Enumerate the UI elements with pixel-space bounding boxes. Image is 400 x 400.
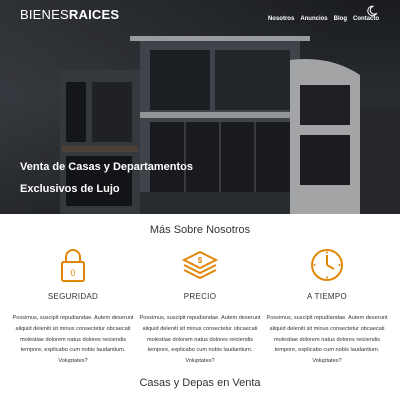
money-icon: $ [181, 250, 219, 280]
feature-title: SEGURIDAD [47, 292, 99, 301]
feature-text: Possimus, suscipit repudiandae. Autem de… [12, 315, 134, 365]
lock-icon: 0 [61, 249, 85, 282]
feature-icon-wrapper [266, 244, 388, 286]
sale-section-title: Casas y Depas en Venta [139, 377, 261, 389]
feature-title: PRECIO [183, 292, 217, 301]
hero-heading: Venta de Casas y Departamentos Exclusivo… [20, 156, 193, 200]
feature-security: 0 SEGURIDAD Possimus, suscipit repudiand… [12, 244, 134, 367]
svg-text:0: 0 [70, 268, 75, 278]
feature-price: $ PRECIO Possimus, suscipit repudiandae.… [139, 244, 261, 367]
about-section-title: Más Sobre Nosotros [149, 224, 251, 236]
nav-link-anuncios[interactable]: Anuncios [300, 16, 327, 22]
main-nav: Nosotros Anuncios Blog Contacto [268, 16, 379, 22]
svg-text:$: $ [198, 256, 203, 265]
hero-heading-line-2: Exclusivos de Lujo [20, 183, 120, 195]
site-logo[interactable]: BIENESRAICES [20, 7, 119, 22]
feature-text: Possimus, suscipit repudiandae. Autem de… [139, 315, 261, 365]
feature-title: A TIEMPO [306, 292, 348, 301]
feature-text: Possimus, suscipit repudiandae. Autem de… [266, 315, 388, 365]
feature-icon-wrapper: 0 [12, 244, 134, 286]
features-list: 0 SEGURIDAD Possimus, suscipit repudiand… [0, 244, 400, 367]
nav-link-nosotros[interactable]: Nosotros [268, 16, 294, 22]
nav-link-contacto[interactable]: Contacto [353, 16, 379, 22]
feature-icon-wrapper: $ [139, 244, 261, 286]
logo-bold-text: RAICES [68, 7, 120, 22]
hero-heading-line-1: Venta de Casas y Departamentos [20, 161, 194, 173]
nav-link-blog[interactable]: Blog [334, 16, 347, 22]
site-header: BIENESRAICES Nosotros Anuncios Blog Cont… [0, 0, 400, 30]
feature-on-time: A TIEMPO Possimus, suscipit repudiandae.… [266, 244, 388, 367]
clock-icon [311, 249, 343, 281]
logo-light-text: BIENES [20, 7, 69, 22]
hero-banner: BIENESRAICES Nosotros Anuncios Blog Cont… [0, 0, 400, 214]
